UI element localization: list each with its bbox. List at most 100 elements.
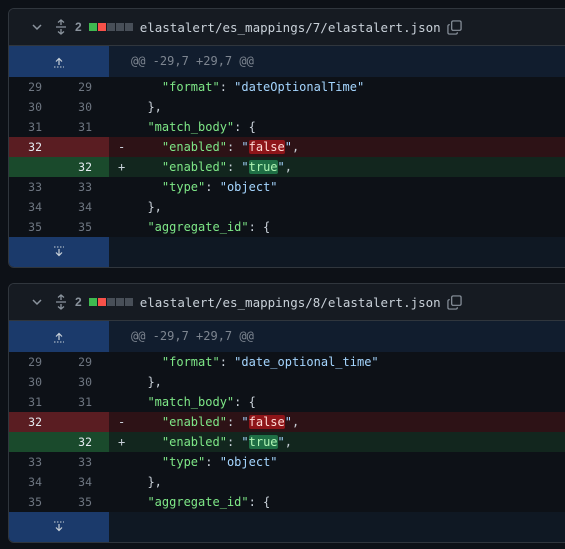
new-line-number[interactable]: 29 xyxy=(59,352,109,372)
code-line: 29 29 "format": "date_optional_time" xyxy=(9,352,565,372)
old-line-number[interactable]: 33 xyxy=(9,452,59,472)
new-line-number[interactable]: 35 xyxy=(59,492,109,512)
new-line-number[interactable]: 31 xyxy=(59,117,109,137)
expand-up-icon xyxy=(54,57,64,67)
diff-sign xyxy=(109,97,133,117)
diffstat-neutral-block xyxy=(115,298,124,306)
old-line-number[interactable] xyxy=(9,432,59,452)
diffstat xyxy=(88,23,133,31)
expand-down-icon xyxy=(54,521,64,532)
diffstat-del-block xyxy=(97,23,106,31)
old-line-number[interactable]: 35 xyxy=(9,492,59,512)
file-path[interactable]: elastalert/es_mappings/7/elastalert.json xyxy=(140,20,441,35)
code-line: 35 35 "aggregate_id": { xyxy=(9,492,565,512)
chevron-down-icon[interactable] xyxy=(29,294,45,310)
old-line-number[interactable]: 34 xyxy=(9,472,59,492)
old-line-number[interactable]: 35 xyxy=(9,217,59,237)
old-line-number[interactable]: 29 xyxy=(9,352,59,372)
code-line: 33 33 "type": "object" xyxy=(9,177,565,197)
expand-row xyxy=(9,237,565,267)
code-line: 35 35 "aggregate_id": { xyxy=(9,217,565,237)
expand-row-filler xyxy=(109,237,565,267)
copy-icon[interactable] xyxy=(447,294,463,310)
code-text: "format": "dateOptionalTime" xyxy=(161,80,365,94)
diffstat-neutral-block xyxy=(124,23,133,31)
expand-row xyxy=(9,512,565,542)
diff-file: 2 elastalert/es_mappings/7/elastalert.js… xyxy=(8,8,565,268)
code-text: "enabled": "false", xyxy=(161,415,300,429)
old-line-number[interactable]: 31 xyxy=(9,117,59,137)
code-text: }, xyxy=(133,375,162,389)
old-line-number[interactable]: 32 xyxy=(9,412,59,432)
diff-sign xyxy=(109,177,133,197)
expand-down-button[interactable] xyxy=(9,512,109,542)
old-line-number[interactable]: 32 xyxy=(9,137,59,157)
old-line-number[interactable]: 30 xyxy=(9,372,59,392)
new-line-number[interactable]: 34 xyxy=(59,197,109,217)
diffstat-neutral-block xyxy=(106,298,115,306)
old-line-number[interactable]: 34 xyxy=(9,197,59,217)
code-text: "enabled": "false", xyxy=(161,140,300,154)
code-text: "aggregate_id": { xyxy=(147,495,271,509)
diff-sign xyxy=(109,492,133,512)
file-header: 2 elastalert/es_mappings/8/elastalert.js… xyxy=(9,284,565,321)
code-text: "aggregate_id": { xyxy=(147,220,271,234)
new-line-number[interactable] xyxy=(59,137,109,157)
new-line-number[interactable]: 34 xyxy=(59,472,109,492)
code-line: 30 30 }, xyxy=(9,97,565,117)
chevron-down-icon[interactable] xyxy=(29,19,45,35)
code-line: 34 34 }, xyxy=(9,472,565,492)
diff-sign: + xyxy=(118,435,126,449)
code-text: "match_body": { xyxy=(147,120,256,134)
new-line-number[interactable]: 33 xyxy=(59,177,109,197)
added-line: 32 + "enabled": "true", xyxy=(9,432,565,452)
new-line-number[interactable]: 32 xyxy=(59,157,109,177)
code-text: "enabled": "true", xyxy=(161,160,292,174)
diff-sign: + xyxy=(118,160,126,174)
file-header: 2 elastalert/es_mappings/7/elastalert.js… xyxy=(9,9,565,46)
diff-sign xyxy=(109,372,133,392)
added-line: 32 + "enabled": "true", xyxy=(9,157,565,177)
old-line-number[interactable]: 33 xyxy=(9,177,59,197)
diff-sign xyxy=(109,197,133,217)
old-line-number[interactable]: 29 xyxy=(9,77,59,97)
expand-up-button[interactable] xyxy=(9,46,109,77)
diffstat-add-block xyxy=(88,298,97,306)
diffstat-neutral-block xyxy=(106,23,115,31)
new-line-number[interactable]: 32 xyxy=(59,432,109,452)
code-line: 31 31 "match_body": { xyxy=(9,392,565,412)
expand-up-button[interactable] xyxy=(9,321,109,352)
new-line-number[interactable]: 30 xyxy=(59,97,109,117)
expand-down-button[interactable] xyxy=(9,237,109,267)
new-line-number[interactable]: 30 xyxy=(59,372,109,392)
new-line-number[interactable] xyxy=(59,412,109,432)
diff-sign xyxy=(109,452,133,472)
diff-sign xyxy=(109,392,133,412)
diff-file: 2 elastalert/es_mappings/8/elastalert.js… xyxy=(8,283,565,543)
new-line-number[interactable]: 31 xyxy=(59,392,109,412)
code-text: "format": "date_optional_time" xyxy=(161,355,379,369)
old-line-number[interactable] xyxy=(9,157,59,177)
new-line-number[interactable]: 35 xyxy=(59,217,109,237)
diff-sign: - xyxy=(118,140,126,154)
expand-all-icon[interactable] xyxy=(53,294,69,310)
code-text: }, xyxy=(133,200,162,214)
file-path[interactable]: elastalert/es_mappings/8/elastalert.json xyxy=(140,295,441,310)
diff-sign xyxy=(109,117,133,137)
diff-sign: - xyxy=(118,415,126,429)
code-line: 30 30 }, xyxy=(9,372,565,392)
code-text: "enabled": "true", xyxy=(161,435,292,449)
old-line-number[interactable]: 31 xyxy=(9,392,59,412)
copy-icon[interactable] xyxy=(447,19,463,35)
diffstat-neutral-block xyxy=(124,298,133,306)
new-line-number[interactable]: 33 xyxy=(59,452,109,472)
code-text: "match_body": { xyxy=(147,395,256,409)
expand-down-icon xyxy=(54,246,64,257)
code-line: 31 31 "match_body": { xyxy=(9,117,565,137)
old-line-number[interactable]: 30 xyxy=(9,97,59,117)
expand-all-icon[interactable] xyxy=(53,19,69,35)
new-line-number[interactable]: 29 xyxy=(59,77,109,97)
diffstat xyxy=(88,298,133,306)
diffstat-neutral-block xyxy=(115,23,124,31)
diff-sign xyxy=(109,352,133,372)
